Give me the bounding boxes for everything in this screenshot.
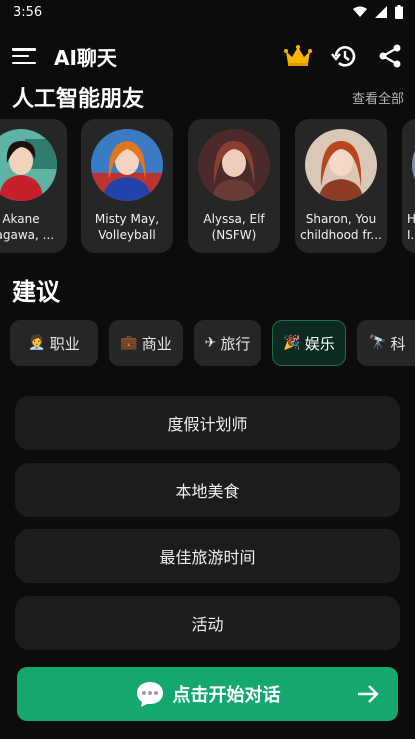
friend-name: H I... bbox=[407, 212, 415, 242]
chip-label: 职业 bbox=[49, 334, 80, 353]
avatar bbox=[305, 129, 377, 201]
chip-science[interactable]: 🔭 科 bbox=[357, 320, 415, 366]
chip-entertainment[interactable]: 🎉 娱乐 bbox=[272, 320, 346, 366]
friend-card-misty[interactable]: Misty May, Volleyball pl... bbox=[81, 119, 173, 253]
share-icon[interactable] bbox=[375, 41, 405, 71]
friend-name: Sharon, You childhood fr... bbox=[300, 212, 382, 242]
friend-card-alyssa[interactable]: Alyssa, Elf (NSFW) bbox=[188, 119, 280, 253]
crown-icon[interactable] bbox=[283, 41, 313, 71]
friends-section-header: 人工智能朋友 查看全部 bbox=[12, 82, 404, 112]
status-time: 3:56 bbox=[13, 4, 43, 20]
airplane-icon: ✈ bbox=[204, 335, 217, 351]
chip-travel[interactable]: ✈ 旅行 bbox=[194, 320, 261, 366]
friend-name: Alyssa, Elf (NSFW) bbox=[203, 212, 265, 242]
suggestion-item[interactable]: 活动 bbox=[15, 595, 400, 650]
chip-career[interactable]: 🧑‍💼 职业 bbox=[10, 320, 98, 366]
category-chips[interactable]: 🧑‍💼 职业 💼 商业 ✈ 旅行 🎉 娱乐 🔭 科 bbox=[0, 320, 415, 366]
suggestion-item[interactable]: 最佳旅游时间 bbox=[15, 529, 400, 583]
status-icons bbox=[353, 5, 403, 19]
career-icon: 🧑‍💼 bbox=[28, 335, 46, 351]
telescope-icon: 🔭 bbox=[369, 335, 387, 351]
chat-bubble-icon bbox=[136, 682, 163, 707]
friend-name: Misty May, Volleyball pl... bbox=[94, 212, 160, 242]
avatar bbox=[198, 129, 270, 201]
status-bar: 3:56 bbox=[0, 0, 415, 24]
chip-label: 娱乐 bbox=[304, 334, 335, 353]
chip-label: 商业 bbox=[141, 334, 172, 353]
suggestion-list: 度假计划师 本地美食 最佳旅游时间 活动 bbox=[15, 396, 400, 662]
arrow-right-icon bbox=[358, 685, 379, 703]
cell-signal-icon bbox=[375, 6, 387, 18]
avatar bbox=[0, 129, 57, 201]
see-all-link[interactable]: 查看全部 bbox=[352, 88, 404, 107]
suggestion-item[interactable]: 度假计划师 bbox=[15, 396, 400, 450]
avatar bbox=[91, 129, 163, 201]
friend-name: Akane nagawa, ... bbox=[0, 212, 55, 242]
friends-carousel[interactable]: Akane nagawa, ... Misty May, Volleyball … bbox=[0, 119, 415, 253]
app-title: AI聊天 bbox=[54, 45, 117, 70]
friend-card-partial[interactable]: H I... bbox=[402, 119, 415, 253]
app-bar: AI聊天 bbox=[0, 36, 415, 76]
start-chat-label: 点击开始对话 bbox=[172, 685, 281, 706]
friends-section-title: 人工智能朋友 bbox=[12, 87, 145, 112]
chip-business[interactable]: 💼 商业 bbox=[109, 320, 183, 366]
suggestion-item[interactable]: 本地美食 bbox=[15, 462, 400, 517]
briefcase-icon: 💼 bbox=[120, 335, 138, 351]
friend-card-akane[interactable]: Akane nagawa, ... bbox=[0, 119, 67, 253]
wifi-icon bbox=[353, 6, 367, 17]
chip-label: 旅行 bbox=[220, 334, 251, 353]
suggestions-title: 建议 bbox=[12, 278, 60, 306]
start-chat-button[interactable]: 点击开始对话 bbox=[17, 667, 398, 721]
history-icon[interactable] bbox=[329, 41, 359, 71]
menu-icon[interactable] bbox=[10, 44, 38, 68]
battery-icon bbox=[395, 5, 403, 19]
party-popper-icon: 🎉 bbox=[283, 335, 301, 351]
chip-label: 科 bbox=[390, 334, 406, 353]
friend-card-sharon[interactable]: Sharon, You childhood fr... bbox=[295, 119, 387, 253]
